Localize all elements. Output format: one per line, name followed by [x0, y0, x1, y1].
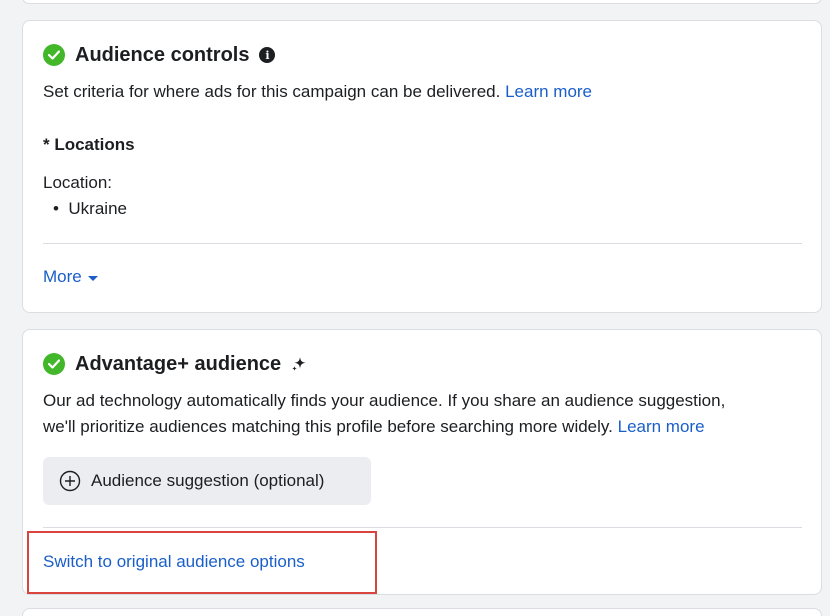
plus-circle-icon: [59, 470, 81, 492]
advantage-audience-header: Advantage+ audience: [43, 350, 307, 378]
audience-controls-description-row: Set criteria for where ads for this camp…: [43, 79, 592, 105]
location-list-item: • Ukraine: [53, 196, 127, 222]
audience-suggestion-button[interactable]: Audience suggestion (optional): [43, 457, 371, 505]
audience-controls-description: Set criteria for where ads for this camp…: [43, 82, 501, 101]
switch-to-original-audience-link[interactable]: Switch to original audience options: [43, 549, 305, 575]
location-label: Location:: [43, 173, 112, 192]
divider: [43, 243, 802, 244]
info-icon[interactable]: i: [259, 47, 276, 63]
advantage-description-line-1: Our ad technology automatically finds yo…: [43, 391, 726, 410]
advantage-description-line-2: we'll prioritize audiences matching this…: [43, 417, 613, 436]
sparkle-icon: [291, 356, 307, 372]
caret-down-icon: [87, 275, 98, 281]
audience-suggestion-label: Audience suggestion (optional): [91, 471, 325, 490]
next-card: [22, 608, 822, 616]
more-dropdown[interactable]: More: [43, 267, 98, 287]
check-circle-icon: [43, 353, 65, 375]
advantage-audience-title: Advantage+ audience: [75, 352, 282, 375]
previous-card: [22, 0, 822, 4]
advantage-audience-card: Advantage+ audience Our ad technology au…: [22, 329, 822, 595]
more-label: More: [43, 267, 82, 286]
audience-controls-learn-more-link[interactable]: Learn more: [505, 82, 592, 101]
audience-controls-title: Audience controls: [75, 43, 250, 66]
bullet: •: [53, 199, 69, 218]
advantage-learn-more-link[interactable]: Learn more: [618, 417, 705, 436]
locations-heading: * Locations: [43, 135, 135, 154]
advantage-description-line-2-row: we'll prioritize audiences matching this…: [43, 414, 705, 440]
divider: [43, 527, 802, 528]
check-circle-icon: [43, 44, 65, 66]
audience-controls-header: Audience controls i: [43, 41, 276, 69]
audience-controls-card: Audience controls i Set criteria for whe…: [22, 20, 822, 313]
location-item-ukraine: Ukraine: [68, 199, 127, 218]
